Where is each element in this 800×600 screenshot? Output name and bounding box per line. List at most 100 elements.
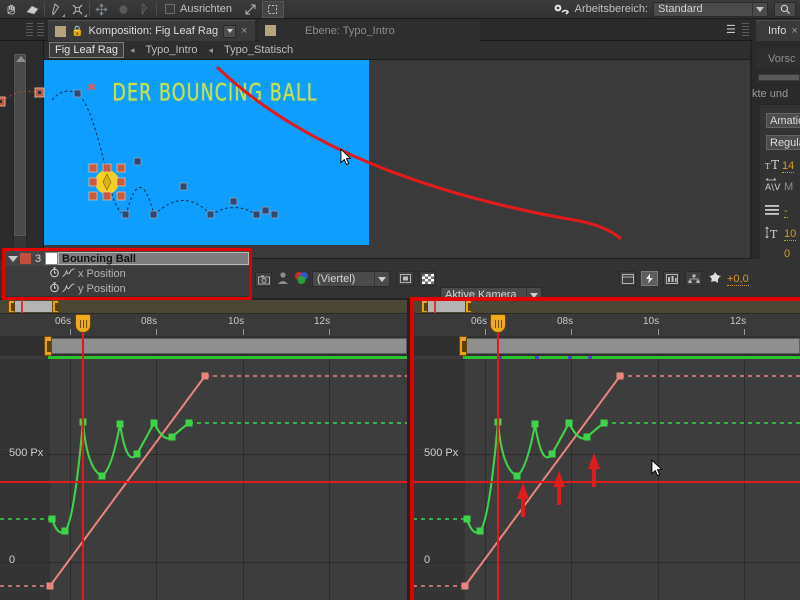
search-input[interactable] (774, 2, 796, 17)
navigator-start-handle-right[interactable] (459, 336, 467, 356)
playhead-handle-right[interactable] (490, 314, 506, 333)
time-navigator-left[interactable] (0, 336, 407, 356)
clone-stamp-tool[interactable] (67, 1, 89, 18)
composition-swatch (55, 26, 66, 37)
anchor-point-tool[interactable] (90, 1, 112, 18)
property-row-y-position[interactable]: y Position (5, 281, 249, 296)
tick-label-12s: 12s (314, 316, 330, 327)
layer-source-swatch (45, 252, 58, 265)
layer-twirl-icon[interactable] (5, 256, 20, 262)
navigator-start-handle[interactable] (44, 336, 52, 356)
tab-ebene-label: Ebene: Typo_Intro (305, 25, 395, 37)
leading-value[interactable]: 10 (784, 228, 796, 241)
property-row-x-position[interactable]: x Position (5, 266, 249, 281)
transparency-grid-icon[interactable] (419, 271, 436, 286)
time-ruler-left[interactable]: 06s 08s 10s 12s (0, 314, 407, 336)
main-toolbar: Ausrichten Arbeitsbereich: Standard (0, 0, 800, 19)
guides-icon[interactable] (619, 271, 636, 286)
breadcrumb-separator-1: ◂ (209, 45, 214, 56)
time-navigator-right[interactable] (413, 336, 800, 356)
work-area-end-handle[interactable] (52, 300, 59, 313)
playhead-right[interactable] (497, 314, 499, 600)
composition-canvas[interactable]: DER BOUNCING BALL (44, 60, 369, 245)
stopwatch-icon-2[interactable] (47, 282, 61, 296)
tick-label-12s-r: 12s (730, 316, 746, 327)
align-toggle[interactable]: Ausrichten (165, 3, 232, 15)
property-name-y: y Position (75, 283, 126, 295)
time-ruler-right[interactable]: 06s 08s 10s 12s (413, 314, 800, 336)
close-icon[interactable]: × (791, 25, 797, 37)
layer-color-swatch[interactable] (20, 253, 31, 264)
timeline-icon[interactable] (663, 271, 680, 286)
tick-label-08s-r: 08s (557, 316, 573, 327)
tab-dropdown-button[interactable] (223, 25, 236, 38)
eraser-tool[interactable] (22, 1, 44, 18)
tab-komposition-label: Komposition: Fig Leaf Rag (88, 25, 218, 37)
layer-row[interactable]: 3 Bouncing Ball (5, 251, 249, 266)
tab-vorschau[interactable]: Vorsc (756, 48, 800, 69)
playhead-left[interactable] (82, 314, 84, 600)
effects-panel-label: kte und (752, 88, 800, 102)
graph-canvas-left[interactable]: 500 Px 0 (0, 359, 407, 600)
character-panel: Amatic Regula TT 14 A\V M - T 10 0 (760, 104, 800, 260)
leading-icon: T (765, 226, 781, 243)
resolution-select[interactable]: (Viertel) (312, 271, 390, 287)
work-area-start-handle-right[interactable] (421, 300, 428, 313)
graph-curve-icon[interactable] (61, 268, 75, 280)
hand-tool[interactable] (0, 1, 22, 18)
tick-label-06s-r: 06s (471, 316, 487, 327)
reset-exposure-icon[interactable] (708, 271, 722, 288)
align-snap-icon[interactable] (240, 1, 262, 18)
panel-drag-grip-2[interactable] (37, 23, 44, 37)
pen-tool[interactable] (45, 1, 67, 18)
fast-preview-icon[interactable] (641, 271, 658, 286)
transform-box-icon[interactable] (262, 1, 284, 18)
panel-menu-icon[interactable]: ☰ (726, 23, 735, 36)
tab-info[interactable]: Info × (756, 20, 800, 41)
tick-label-10s: 10s (228, 316, 244, 327)
font-style-field[interactable]: Regula (766, 135, 800, 150)
breadcrumb-item-2[interactable]: Typo_Statisch (219, 43, 298, 57)
panel-drag-grip[interactable] (26, 23, 33, 37)
chevron-down-icon (756, 7, 764, 12)
graph-canvas-right[interactable]: 500 Px 0 (413, 359, 800, 600)
panel-tab-row: 🔒 Komposition: Fig Leaf Rag × Ebene: Typ… (0, 19, 800, 41)
snapshot-icon[interactable] (255, 272, 272, 287)
close-icon[interactable]: × (241, 25, 247, 37)
font-size-value[interactable]: 14 (782, 160, 794, 173)
graph-curve-icon-2[interactable] (61, 283, 75, 295)
lock-icon[interactable]: 🔒 (71, 26, 83, 37)
workspace-toggle-icon[interactable] (549, 1, 575, 18)
graph-editor-right[interactable]: 06s 08s 10s 12s 500 Px 0 (413, 300, 800, 600)
color-management-icon[interactable] (294, 271, 309, 288)
font-family-field[interactable]: Amatic (766, 113, 800, 128)
work-area-bar-right[interactable] (413, 300, 800, 314)
mask-tool[interactable] (112, 1, 134, 18)
tab-ebene[interactable]: Ebene: Typo_Intro (258, 20, 480, 41)
workspace-select[interactable]: Standard (653, 2, 768, 17)
region-of-interest-icon[interactable] (397, 271, 414, 286)
baseline-value[interactable]: 0 (784, 248, 790, 260)
stopwatch-icon[interactable] (47, 267, 61, 281)
breadcrumb-item-1[interactable]: Typo_Intro (141, 43, 203, 57)
align-checkbox[interactable] (165, 4, 175, 14)
work-area-start-handle[interactable] (8, 300, 15, 313)
align-label: Ausrichten (180, 3, 232, 15)
playhead-handle-left[interactable] (75, 314, 91, 333)
graph-editor-left[interactable]: 06s 08s 10s 12s 500 Px 0 (0, 300, 407, 600)
tracking-value[interactable]: - (784, 205, 788, 218)
tab-komposition[interactable]: 🔒 Komposition: Fig Leaf Rag × (48, 20, 255, 41)
show-channel-icon[interactable] (277, 271, 289, 288)
panel-resize-grip[interactable] (742, 23, 749, 37)
composition-viewer[interactable]: DER BOUNCING BALL (44, 60, 750, 260)
paragraph-align-icon (765, 204, 781, 219)
layer-name-field[interactable]: Bouncing Ball (58, 252, 249, 265)
selected-layer-handles[interactable] (87, 162, 127, 202)
puppet-pin-tool[interactable] (134, 1, 156, 18)
exposure-offset-value[interactable]: +0,0 (727, 273, 749, 286)
work-area-bar[interactable] (0, 300, 407, 314)
kerning-value[interactable]: M (784, 181, 793, 193)
breadcrumb-separator-0: ◂ (130, 45, 135, 56)
work-area-end-handle-right[interactable] (465, 300, 472, 313)
comp-flowchart-icon[interactable] (685, 271, 702, 286)
